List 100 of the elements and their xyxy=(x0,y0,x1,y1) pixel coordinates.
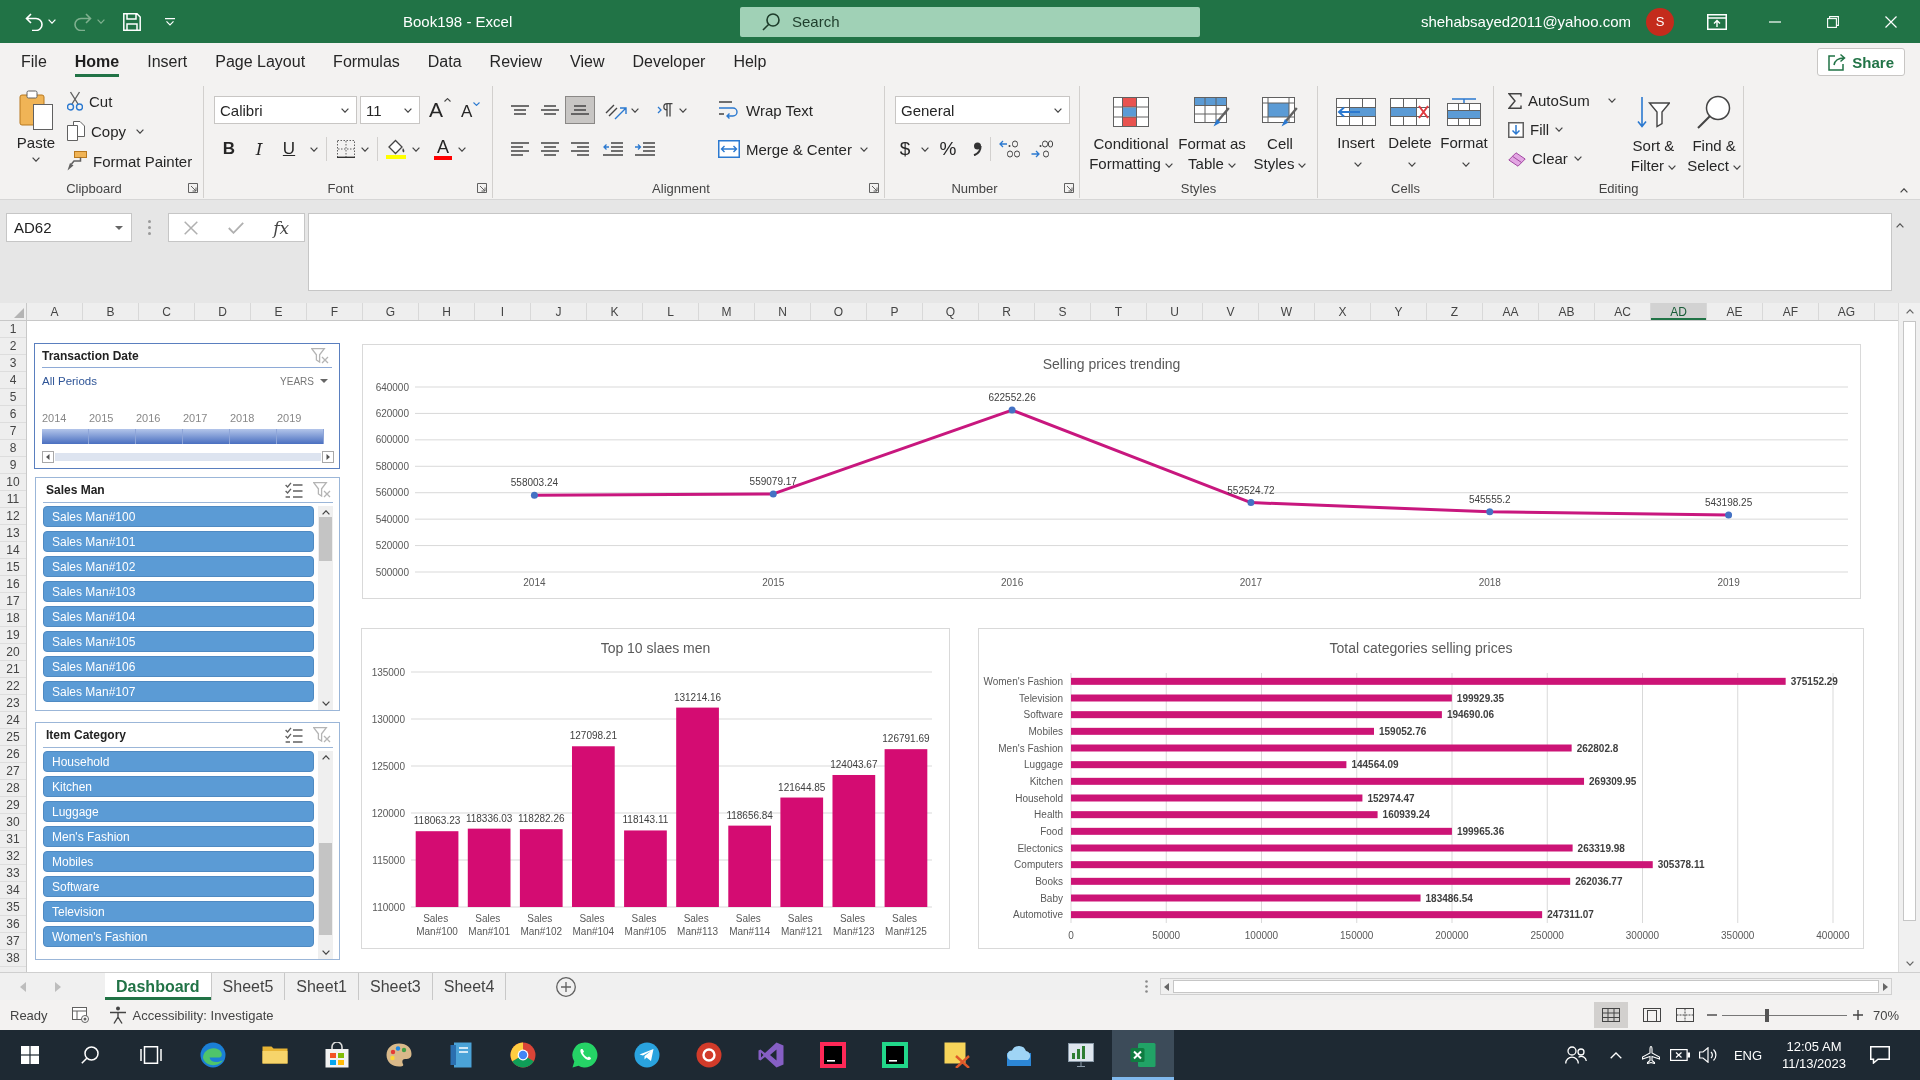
ribbon-display-icon[interactable] xyxy=(1707,13,1727,30)
font-size-dropdown[interactable]: 11 xyxy=(360,96,420,124)
chat-bubble-icon[interactable] xyxy=(572,1042,598,1068)
scroll-down-icon[interactable] xyxy=(321,701,330,706)
row-header[interactable]: 17 xyxy=(0,593,26,610)
scroll-up-icon[interactable] xyxy=(321,755,330,760)
insert-button[interactable]: Insert xyxy=(1330,86,1382,178)
align-top-icon[interactable] xyxy=(511,105,529,115)
wrap-text-button[interactable]: Wrap Text xyxy=(718,96,813,124)
row-header[interactable]: 1 xyxy=(0,321,26,338)
ribbon-tab[interactable]: Insert xyxy=(133,43,202,80)
zoom-slider-thumb[interactable] xyxy=(1765,1008,1769,1022)
merge-center-button[interactable]: Merge & Center xyxy=(718,135,852,163)
dialog-launcher-icon[interactable] xyxy=(1064,183,1074,193)
sheet-tab[interactable]: Dashboard xyxy=(105,973,212,1000)
caret-icon[interactable] xyxy=(310,146,318,152)
scroll-up-icon[interactable] xyxy=(1905,309,1914,314)
scrollbar-thumb[interactable] xyxy=(319,517,332,561)
dropdown-arrow-icon[interactable] xyxy=(320,379,328,383)
autosum-button[interactable]: AutoSum xyxy=(1508,85,1590,116)
row-header[interactable]: 28 xyxy=(0,780,26,797)
scroll-left-icon[interactable] xyxy=(42,451,54,463)
row-header[interactable]: 33 xyxy=(0,865,26,882)
comma-style-icon[interactable] xyxy=(973,142,982,156)
scrollbar-thumb[interactable] xyxy=(1173,980,1879,993)
font-name-dropdown[interactable]: Calibri xyxy=(214,96,357,124)
close-icon[interactable] xyxy=(1885,15,1897,28)
ribbon-tab[interactable]: Developer xyxy=(618,43,720,80)
underline-button[interactable]: U xyxy=(274,135,304,163)
undo-icon[interactable] xyxy=(25,12,43,31)
zoom-percent[interactable]: 70% xyxy=(1873,1007,1905,1023)
format-as-table-button[interactable]: Format as Table xyxy=(1174,86,1250,178)
row-header[interactable]: 14 xyxy=(0,542,26,559)
caret-icon[interactable] xyxy=(1607,98,1616,103)
increase-decimal-icon[interactable] xyxy=(999,140,1021,158)
cloud-icon[interactable] xyxy=(1005,1044,1033,1066)
row-header[interactable]: 15 xyxy=(0,559,26,576)
normal-view-icon[interactable] xyxy=(1594,1002,1628,1028)
airplane-icon[interactable] xyxy=(1642,1046,1660,1064)
increase-indent-icon[interactable] xyxy=(635,142,655,156)
shopping-bag-icon[interactable] xyxy=(325,1042,349,1068)
dialog-launcher-icon[interactable] xyxy=(188,183,198,193)
cut-button[interactable]: Cut xyxy=(67,86,193,116)
row-header[interactable]: 36 xyxy=(0,916,26,933)
caret-icon[interactable] xyxy=(1555,127,1564,132)
time-level-dropdown[interactable]: YEARS xyxy=(280,375,328,387)
fill-bucket-icon[interactable] xyxy=(386,139,406,159)
number-format-dropdown[interactable]: General xyxy=(895,96,1070,124)
clear-button[interactable]: Clear xyxy=(1508,143,1568,174)
square-logo-icon[interactable] xyxy=(820,1042,846,1068)
chart-window-icon[interactable] xyxy=(1068,1043,1094,1067)
spreadsheet-logo-icon[interactable] xyxy=(1112,1030,1174,1080)
decrease-indent-icon[interactable] xyxy=(603,142,623,156)
row-header[interactable]: 2 xyxy=(0,338,26,355)
task-view-icon[interactable] xyxy=(140,1046,162,1064)
folder-icon[interactable] xyxy=(262,1046,288,1064)
row-header[interactable]: 8 xyxy=(0,440,26,457)
delete-button[interactable]: Delete xyxy=(1384,86,1436,178)
ribbon-tab[interactable]: Review xyxy=(475,43,557,80)
scrollbar-thumb[interactable] xyxy=(1903,321,1916,921)
cell-styles-button[interactable]: Cell Styles xyxy=(1250,86,1310,178)
decrease-decimal-icon[interactable] xyxy=(1031,140,1053,158)
align-center-icon[interactable] xyxy=(541,142,559,156)
caret-icon[interactable] xyxy=(859,146,868,152)
caret-icon[interactable] xyxy=(1573,156,1582,161)
search-icon[interactable] xyxy=(81,1046,99,1064)
clock-time[interactable]: 12:05 AM xyxy=(1786,1038,1842,1055)
align-right-icon[interactable] xyxy=(571,142,589,156)
dialog-launcher-icon[interactable] xyxy=(477,183,487,193)
search-field[interactable]: Search xyxy=(740,6,1200,37)
caret-icon[interactable] xyxy=(631,107,639,113)
row-header[interactable]: 9 xyxy=(0,457,26,474)
italic-button[interactable]: I xyxy=(244,135,274,163)
scrollbar-thumb[interactable] xyxy=(319,843,332,935)
dropdown-arrow-icon[interactable] xyxy=(115,225,123,230)
horizontal-scrollbar[interactable] xyxy=(1160,978,1892,995)
row-header[interactable]: 10 xyxy=(0,474,26,491)
ribbon-tab[interactable]: File xyxy=(7,43,61,80)
period-bar[interactable] xyxy=(230,429,277,444)
period-bar[interactable] xyxy=(89,429,136,444)
swirl-logo-icon[interactable] xyxy=(200,1042,226,1068)
chevron-up-icon[interactable] xyxy=(1610,1051,1622,1059)
ribbon-tab[interactable]: Help xyxy=(719,43,781,80)
row-header[interactable]: 25 xyxy=(0,729,26,746)
row-header[interactable]: 29 xyxy=(0,797,26,814)
caret-icon[interactable] xyxy=(412,146,420,152)
collapse-ribbon-icon[interactable] xyxy=(1900,188,1908,193)
ribbon-tab[interactable]: View xyxy=(556,43,619,80)
ribbon-tab[interactable]: Page Layout xyxy=(201,43,320,80)
split-handle-icon[interactable] xyxy=(1145,980,1148,993)
shrink-font-button[interactable]: A xyxy=(461,98,481,122)
scroll-left-icon[interactable] xyxy=(1164,982,1169,991)
drag-handle-icon[interactable] xyxy=(148,220,151,235)
currency-button[interactable]: $ xyxy=(895,138,915,160)
row-header[interactable]: 13 xyxy=(0,525,26,542)
round-logo-icon[interactable] xyxy=(510,1042,536,1068)
battery-icon[interactable] xyxy=(1670,1049,1690,1061)
expand-formula-icon[interactable] xyxy=(1896,223,1904,228)
dialog-launcher-icon[interactable] xyxy=(869,183,879,193)
row-header[interactable]: 38 xyxy=(0,950,26,967)
